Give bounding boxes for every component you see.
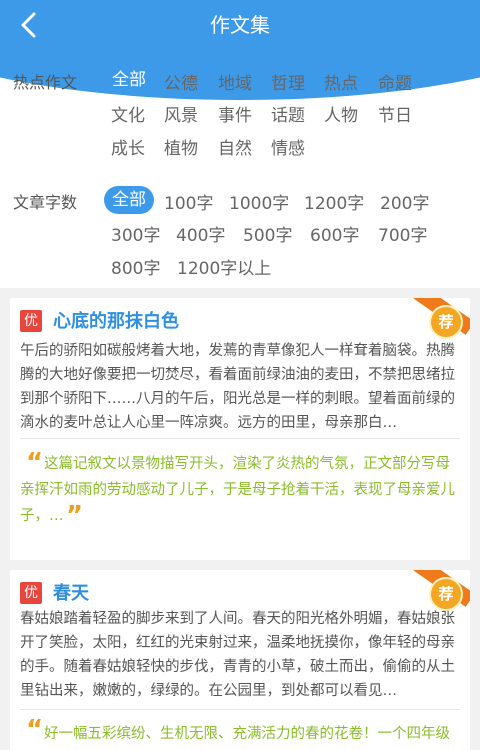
header-bar: 作文集 [0,0,480,50]
word-tag[interactable]: 200字 [380,189,429,214]
word-tag-all[interactable]: 全部 [104,186,154,214]
article-title[interactable]: 春天 [53,579,89,605]
hot-tag[interactable]: 文化 [111,101,145,126]
hot-tag[interactable]: 地域 [218,69,252,94]
hot-tag[interactable]: 情感 [271,134,305,159]
hot-tag[interactable]: 节日 [378,101,412,126]
article-card[interactable]: 优 心底的那抹白色 荐 午后的骄阳如碳般烤着大地，发蔫的青草像犯人一样耷着脑袋。… [10,298,470,560]
word-tag[interactable]: 100字 [164,189,213,214]
hot-tag[interactable]: 风景 [164,101,198,126]
filter-panel: 热点作文 全部 公德 地域 哲理 热点 命题 文化 风景 事件 话题 人物 节日… [0,50,480,288]
word-tag[interactable]: 800字 [111,254,160,279]
excellent-badge: 优 [20,582,42,604]
page-title: 作文集 [210,13,270,37]
word-tag[interactable]: 300字 [111,221,160,246]
divider [20,709,460,710]
article-excerpt: 春姑娘踏着轻盈的脚步来到了人间。春天的阳光格外明媚，春姑娘张开了笑脸，太阳，红红… [20,611,455,699]
hot-tag[interactable]: 话题 [271,101,305,126]
word-tag[interactable]: 500字 [243,221,292,246]
hot-tag[interactable]: 成长 [111,134,145,159]
word-tag[interactable]: 1000字 [229,189,289,214]
article-excerpt: 午后的骄阳如碳般烤着大地，发蔫的青草像犯人一样耷着脑袋。热腾腾的大地好像要把一切… [20,343,455,431]
hot-tag[interactable]: 命题 [378,69,412,94]
word-count-label: 文章字数 [13,193,78,212]
excellent-badge: 优 [20,310,42,332]
article-title[interactable]: 心底的那抹白色 [53,307,179,333]
hot-tag[interactable]: 植物 [164,134,198,159]
divider [20,438,460,439]
hot-tag[interactable]: 人物 [324,101,358,126]
hot-tag[interactable]: 事件 [218,101,252,126]
hot-tag[interactable]: 自然 [218,134,252,159]
hot-tag-all[interactable]: 全部 [104,66,154,94]
hot-tag[interactable]: 哲理 [271,69,305,94]
teacher-comment: 这篇记叙文以景物描写开头，渲染了炎热的气氛，正文部分写母亲挥汗如雨的劳动感动了儿… [20,456,455,524]
article-card[interactable]: 优 春天 荐 春姑娘踏着轻盈的脚步来到了人间。春天的阳光格外明媚，春姑娘张开了笑… [10,570,470,750]
hot-tag[interactable]: 公德 [164,69,198,94]
teacher-comment: 好一幅五彩缤纷、生机无限、充满活力的春的花卷！一个四年级 [44,726,450,742]
word-tag[interactable]: 1200字以上 [177,254,271,279]
recommend-medal-icon: 荐 [429,577,463,611]
hot-tag[interactable]: 热点 [324,69,358,94]
word-tag[interactable]: 700字 [378,221,427,246]
recommend-medal-icon: 荐 [429,305,463,339]
hot-topics-label: 热点作文 [13,73,78,92]
word-tag[interactable]: 1200字 [304,189,364,214]
word-tag[interactable]: 600字 [310,221,359,246]
close-quote-icon: ” [66,501,84,531]
word-tag[interactable]: 400字 [176,221,225,246]
